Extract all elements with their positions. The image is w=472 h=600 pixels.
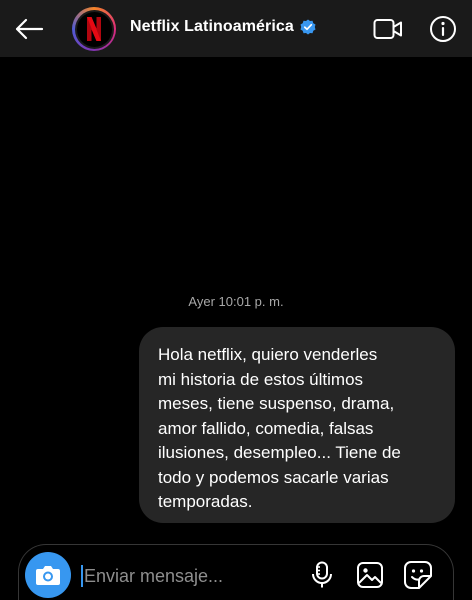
gallery-button[interactable] [355,560,385,590]
chat-header: Netflix Latinoamérica [0,0,472,57]
netflix-logo [76,11,112,47]
voice-message-button[interactable] [308,560,336,590]
text-caret [81,565,83,587]
avatar[interactable] [72,7,116,51]
contact-name: Netflix Latinoamérica [130,18,294,35]
microphone-icon [312,561,332,588]
message-text: Hola netflix, quiero venderles mi histor… [158,345,401,511]
sticker-icon [404,561,432,589]
contact-name-wrap[interactable]: Netflix Latinoamérica [130,18,316,36]
video-call-icon [373,19,402,39]
back-button[interactable] [12,12,46,46]
message-input[interactable] [84,562,284,590]
message-timestamp: Ayer 10:01 p. m. [188,294,284,309]
sent-message-bubble[interactable]: Hola netflix, quiero venderles mi histor… [139,327,455,523]
camera-button[interactable] [25,552,71,598]
back-arrow-icon [15,18,44,40]
camera-icon [36,566,60,585]
verified-badge-icon [300,19,316,35]
video-call-button[interactable] [372,14,404,44]
sticker-button[interactable] [402,559,434,591]
gallery-icon [357,562,383,588]
netflix-n-icon [87,17,101,41]
info-button[interactable] [428,14,458,44]
info-icon [430,16,456,42]
